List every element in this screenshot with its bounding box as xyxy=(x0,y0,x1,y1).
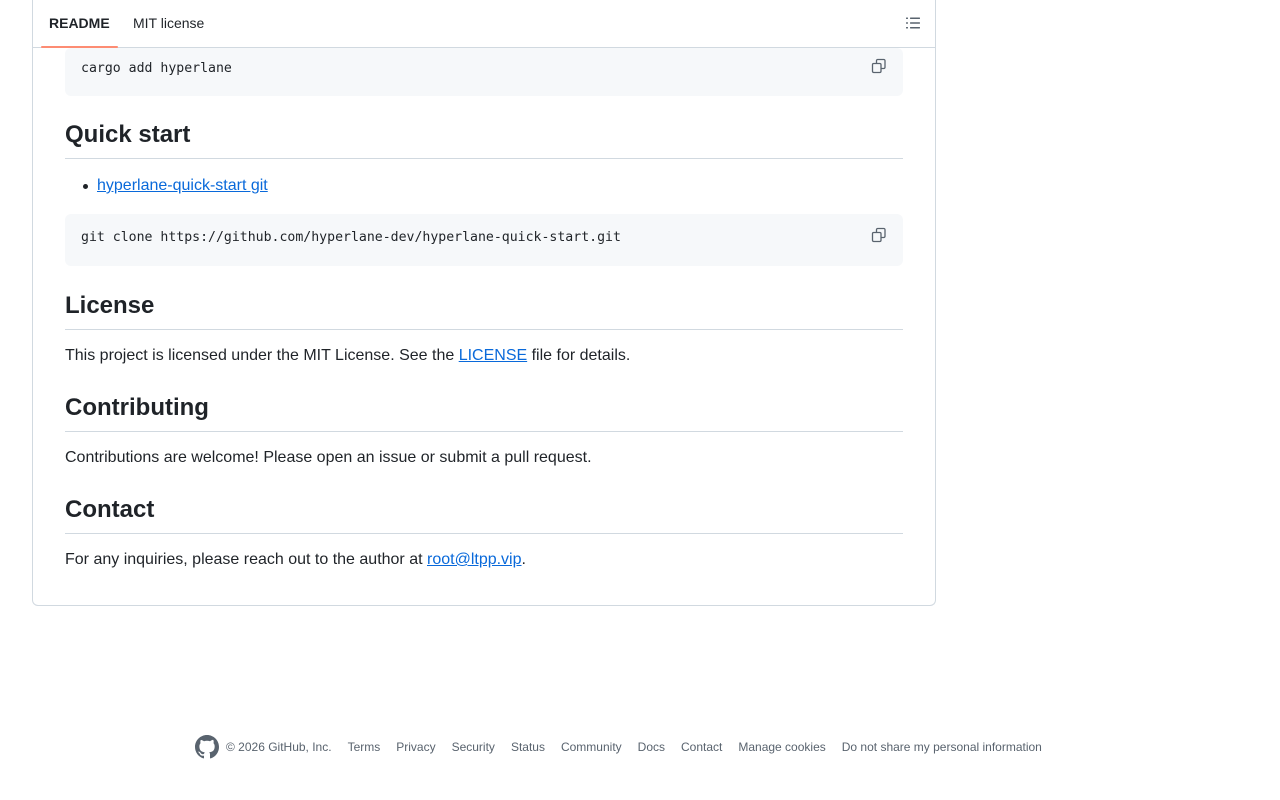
tab-readme[interactable]: README xyxy=(41,0,118,48)
list-unordered-icon[interactable] xyxy=(903,13,923,33)
license-text-before: This project is licensed under the MIT L… xyxy=(65,347,459,364)
footer-copyright: © 2026 GitHub, Inc. xyxy=(226,740,332,754)
contact-email-link[interactable]: root@ltpp.vip xyxy=(427,551,522,568)
heading-quick-start: Quick start xyxy=(65,120,903,159)
readme-panel: README MIT license cargo add hyperlane Q… xyxy=(32,0,936,606)
contact-text: For any inquiries, please reach out to t… xyxy=(65,548,526,572)
footer-link-manage-cookies[interactable]: Manage cookies xyxy=(738,740,825,754)
footer-link-contact[interactable]: Contact xyxy=(681,740,722,754)
heading-contributing: Contributing xyxy=(65,393,903,432)
clone-code-block: git clone https://github.com/hyperlane-d… xyxy=(65,214,903,266)
site-footer: © 2026 GitHub, Inc. Terms Privacy Securi… xyxy=(195,734,1042,760)
heading-license: License xyxy=(65,291,903,330)
contact-text-after: . xyxy=(521,551,526,568)
footer-link-status[interactable]: Status xyxy=(511,740,545,754)
footer-link-terms[interactable]: Terms xyxy=(348,740,381,754)
copy-icon[interactable] xyxy=(869,56,889,76)
install-code-block: cargo add hyperlane xyxy=(65,48,903,96)
readme-tabbar: README MIT license xyxy=(33,0,935,48)
bullet-dot xyxy=(83,184,88,189)
copy-icon[interactable] xyxy=(869,225,889,245)
footer-link-do-not-share[interactable]: Do not share my personal information xyxy=(842,740,1042,754)
footer-link-privacy[interactable]: Privacy xyxy=(396,740,435,754)
install-code: cargo add hyperlane xyxy=(81,61,232,76)
footer-link-docs[interactable]: Docs xyxy=(638,740,665,754)
tab-mit-license[interactable]: MIT license xyxy=(125,0,212,47)
license-text: This project is licensed under the MIT L… xyxy=(65,344,630,368)
heading-contact: Contact xyxy=(65,495,903,534)
clone-code: git clone https://github.com/hyperlane-d… xyxy=(81,230,621,245)
contributing-text: Contributions are welcome! Please open a… xyxy=(65,449,592,466)
license-link[interactable]: LICENSE xyxy=(459,347,527,364)
quick-start-link[interactable]: hyperlane-quick-start git xyxy=(97,174,268,198)
github-mark-icon[interactable] xyxy=(195,735,219,759)
contact-text-before: For any inquiries, please reach out to t… xyxy=(65,551,427,568)
footer-link-community[interactable]: Community xyxy=(561,740,622,754)
footer-link-security[interactable]: Security xyxy=(452,740,495,754)
license-text-after: file for details. xyxy=(527,347,631,364)
